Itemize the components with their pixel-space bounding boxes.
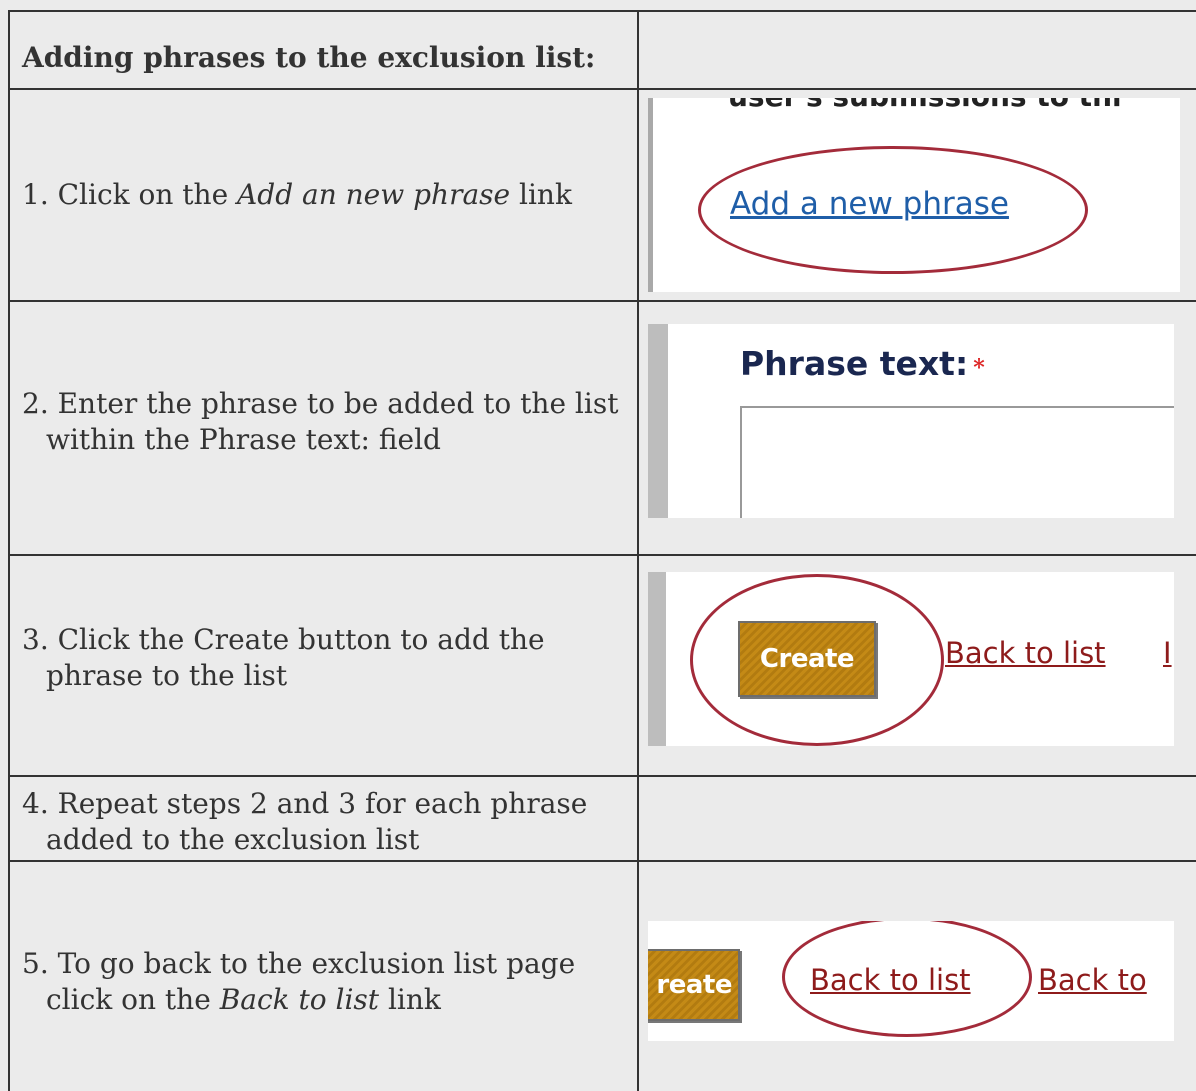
step-5-line2-suffix: link	[379, 983, 441, 1016]
next-link-partial: I	[1163, 636, 1172, 670]
step-5-line2-emphasis: Back to list	[219, 983, 380, 1016]
step-4-text: 4. Repeat steps 2 and 3 for each phrase …	[22, 786, 587, 858]
screenshot-add-phrase: user's submissions to thi Add a new phra…	[648, 98, 1180, 292]
step-3-line1: 3. Click the Create button to add the	[22, 623, 545, 656]
step-5-line1: 5. To go back to the exclusion list page	[22, 947, 576, 980]
step-4-line1: 4. Repeat steps 2 and 3 for each phrase	[22, 787, 588, 820]
step-3-text: 3. Click the Create button to add the ph…	[22, 622, 545, 694]
step-2-line1: 2. Enter the phrase to be added to the l…	[22, 387, 619, 420]
step-5-line2-prefix: click on the	[46, 983, 220, 1016]
step-1-emphasis: Add an new phrase	[237, 178, 511, 211]
step-3-line2: phrase to the list	[46, 659, 288, 692]
row-divider	[8, 88, 1196, 90]
step-1-prefix: 1. Click on the	[22, 178, 238, 211]
phrase-label: Phrase text:	[740, 344, 969, 383]
table-header: Adding phrases to the exclusion list:	[22, 41, 596, 74]
required-asterisk: *	[973, 355, 985, 381]
panel-border	[648, 572, 666, 746]
row-divider	[8, 300, 1196, 302]
panel-border	[648, 324, 668, 518]
row-divider	[8, 554, 1196, 556]
add-new-phrase-link[interactable]: Add a new phrase	[730, 186, 1009, 222]
panel-border	[648, 98, 653, 292]
step-2-line2: within the Phrase text: field	[46, 423, 441, 456]
row-divider	[8, 860, 1196, 862]
cut-off-text: user's submissions to thi	[728, 98, 1122, 113]
create-button[interactable]: Create	[738, 621, 876, 697]
table-border-left	[8, 10, 10, 1091]
back-to-list-link[interactable]: Back to list	[810, 963, 971, 997]
phrase-text-field[interactable]	[740, 406, 1174, 518]
step-2-text: 2. Enter the phrase to be added to the l…	[22, 386, 618, 458]
screenshot-back-to-list: reate Back to list Back to	[648, 921, 1174, 1041]
phrase-text-label: Phrase text: *	[740, 344, 985, 383]
screenshot-create: Create Back to list I	[648, 572, 1174, 746]
back-to-link-partial: Back to	[1038, 963, 1147, 997]
step-1-text: 1. Click on the Add an new phrase link	[22, 177, 572, 213]
column-divider	[637, 10, 639, 1091]
create-button-partial: reate	[648, 949, 740, 1021]
screenshot-phrase-text: Phrase text: *	[648, 324, 1174, 518]
back-to-list-link[interactable]: Back to list	[945, 636, 1106, 670]
row-divider	[8, 775, 1196, 777]
step-1-suffix: link	[510, 178, 572, 211]
step-5-line2: click on the Back to list link	[22, 982, 575, 1018]
step-5-text: 5. To go back to the exclusion list page…	[22, 946, 575, 1018]
step-4-line2: added to the exclusion list	[46, 823, 420, 856]
table-border-top	[8, 10, 1196, 12]
